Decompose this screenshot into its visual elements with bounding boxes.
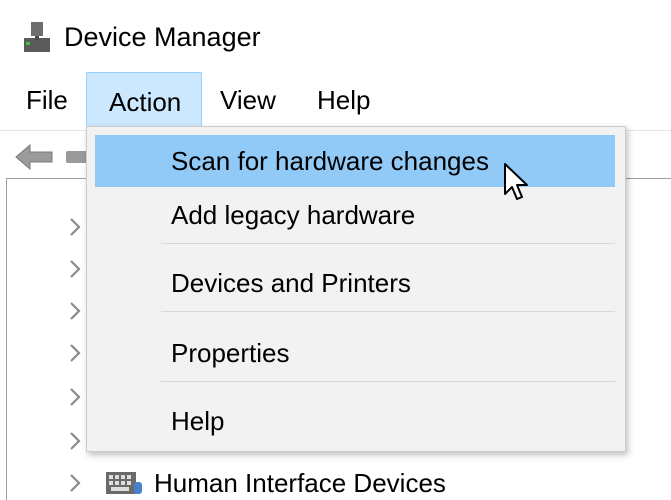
mouse-cursor-icon [504, 163, 528, 200]
menu-help[interactable]: Help [305, 72, 382, 128]
chevron-right-icon[interactable] [66, 342, 84, 364]
action-dropdown-menu: Scan for hardware changes Add legacy har… [86, 126, 626, 452]
chevron-right-icon[interactable] [66, 216, 84, 238]
menu-separator [161, 381, 615, 382]
tree-item-human-interface-devices[interactable]: Human Interface Devices [154, 466, 446, 500]
menu-item-devices-printers[interactable]: Devices and Printers [95, 257, 615, 309]
menu-item-help[interactable]: Help [95, 395, 615, 447]
window-title: Device Manager [64, 22, 261, 52]
back-arrow-icon[interactable] [14, 143, 54, 171]
menu-item-add-legacy-hardware[interactable]: Add legacy hardware [95, 189, 615, 241]
menu-item-scan-hardware[interactable]: Scan for hardware changes [95, 135, 615, 187]
title-bar: Device Manager [0, 0, 671, 72]
chevron-right-icon[interactable] [66, 258, 84, 280]
menu-separator [161, 311, 615, 312]
menu-item-properties[interactable]: Properties [95, 327, 615, 379]
chevron-right-icon[interactable] [66, 386, 84, 408]
device-manager-app-icon [24, 22, 50, 52]
chevron-right-icon[interactable] [66, 472, 84, 494]
menu-bar: File Action View Help [0, 72, 671, 128]
menu-view[interactable]: View [208, 72, 288, 128]
menu-file[interactable]: File [14, 72, 80, 128]
menu-separator [161, 243, 615, 244]
menu-action[interactable]: Action [86, 72, 202, 128]
chevron-right-icon[interactable] [66, 300, 84, 322]
hid-icon [106, 472, 142, 494]
chevron-right-icon[interactable] [66, 430, 84, 452]
